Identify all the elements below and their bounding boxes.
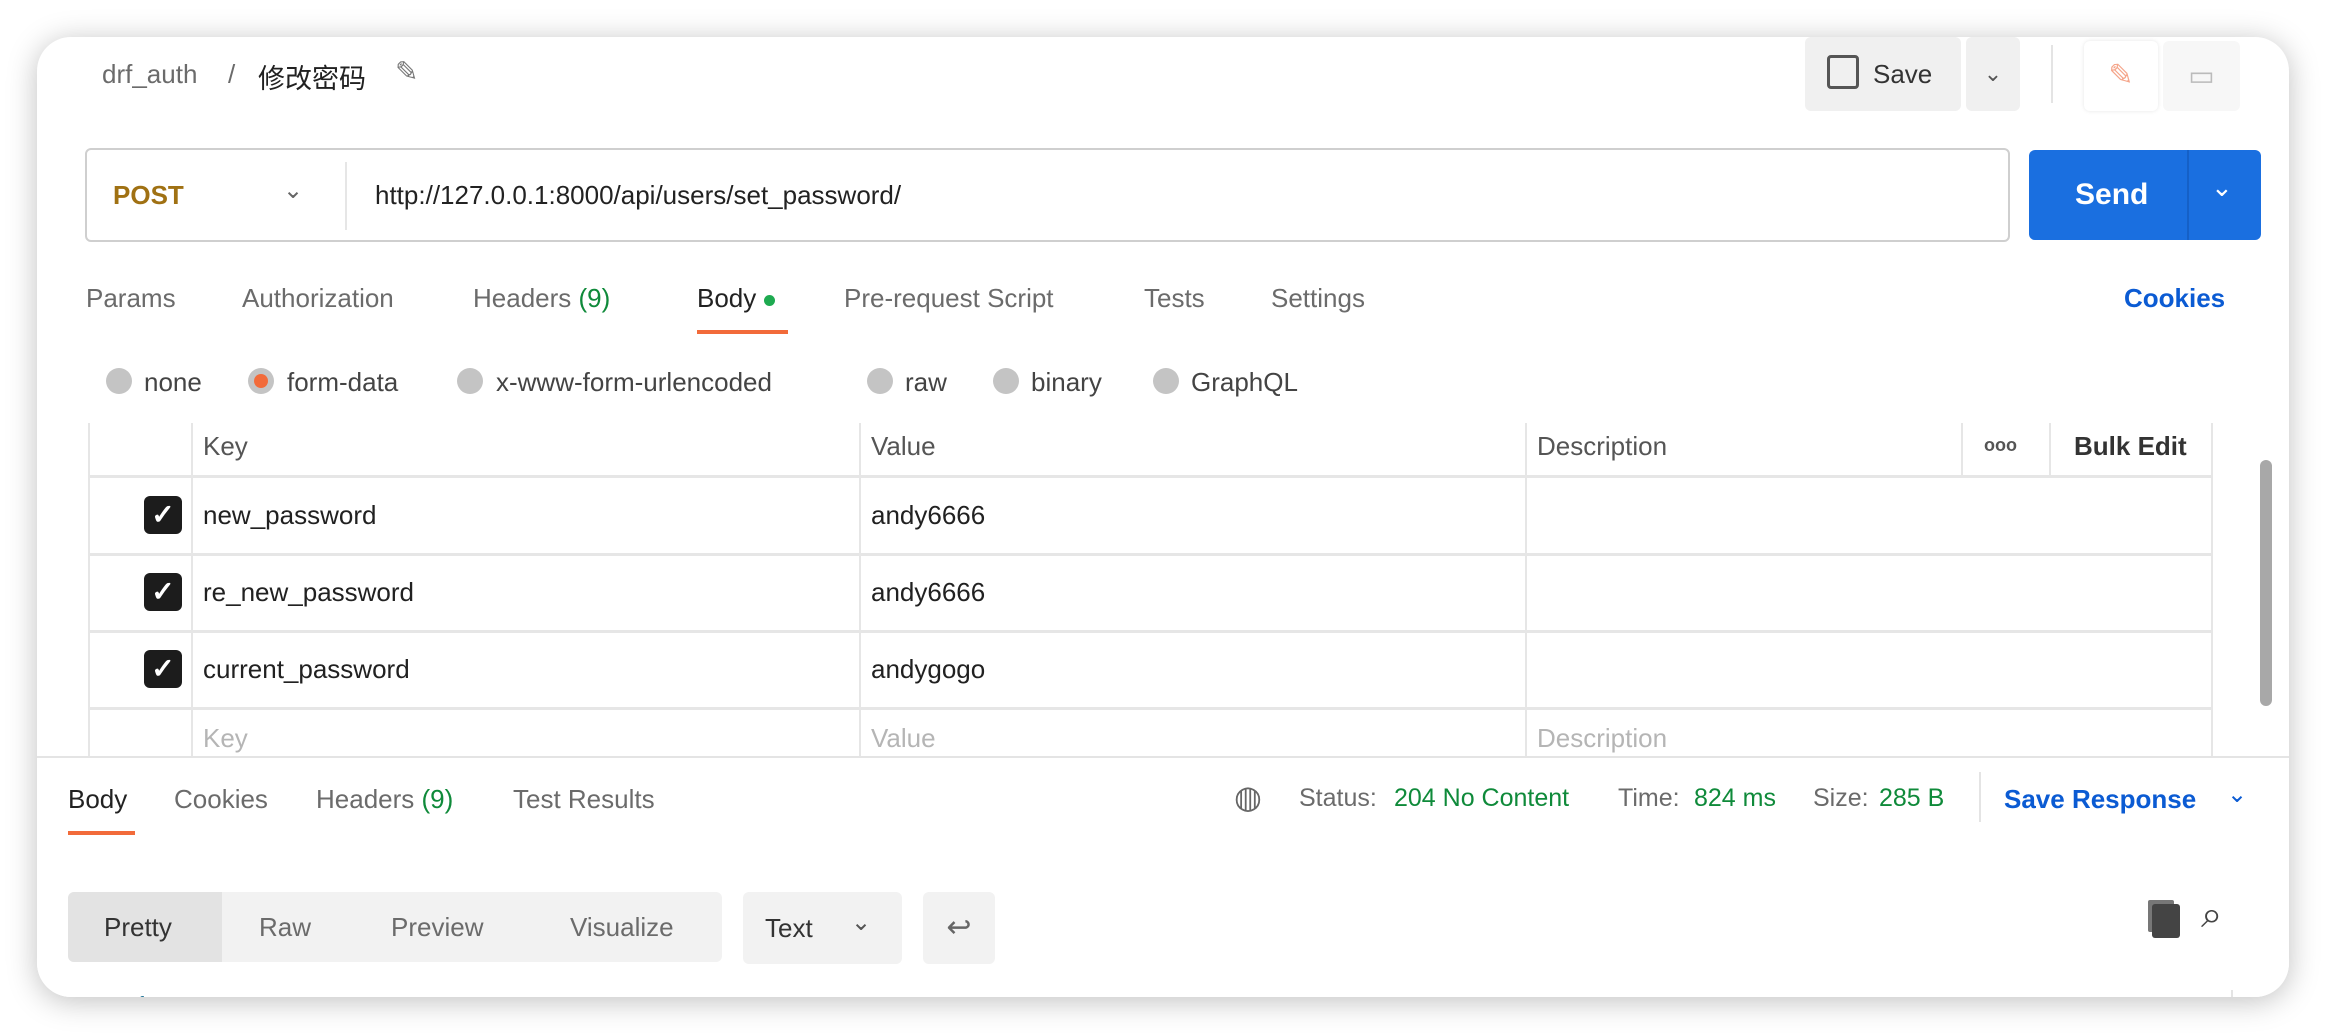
radio-label: GraphQL — [1191, 367, 1298, 397]
radio-label: binary — [1031, 367, 1102, 397]
radio-none[interactable] — [106, 368, 132, 394]
active-tab-underline — [697, 330, 788, 334]
wrap-lines-icon[interactable]: ↩ — [923, 892, 995, 964]
tab-label: Headers — [473, 283, 572, 313]
modified-dot-icon — [763, 294, 775, 306]
time-label: Time: — [1618, 784, 1680, 812]
row-checkbox[interactable]: ✓ — [144, 573, 182, 611]
tab-tests[interactable]: Tests — [1144, 283, 1205, 314]
radio-binary[interactable] — [993, 368, 1019, 394]
row-checkbox[interactable]: ✓ — [144, 496, 182, 534]
url-input[interactable]: http://127.0.0.1:8000/api/users/set_pass… — [375, 180, 901, 211]
edit-pencil-icon[interactable]: ✎ — [395, 55, 418, 88]
size-value: 285 B — [1879, 784, 1945, 812]
tab-settings[interactable]: Settings — [1271, 283, 1365, 314]
value-cell[interactable]: andy6666 — [871, 577, 985, 608]
tab-body[interactable]: Body — [697, 283, 775, 314]
send-dropdown-chevron-icon[interactable]: ⌄ — [2211, 172, 2233, 203]
save-label: Save — [1873, 59, 1933, 89]
headers-count: (9) — [421, 784, 454, 814]
format-select[interactable]: Text ⌄ — [743, 892, 902, 964]
line-number: 1 — [135, 990, 149, 997]
value-cell[interactable]: andygogo — [871, 654, 985, 685]
globe-icon[interactable]: ◍ — [1234, 778, 1262, 816]
view-visualize[interactable]: Visualize — [570, 912, 674, 943]
form-data-table: Key Value Description ooo Bulk Edit ✓ ne… — [88, 423, 2213, 757]
divider — [345, 162, 347, 230]
response-panel: Body Cookies Headers (9) Test Results ◍ … — [37, 756, 2289, 997]
breadcrumb-separator: / — [228, 59, 236, 89]
response-tab-headers[interactable]: Headers (9) — [316, 784, 453, 815]
response-tab-test-results[interactable]: Test Results — [513, 784, 655, 815]
time-value: 824 ms — [1694, 784, 1776, 812]
radio-label: none — [144, 367, 202, 397]
save-button[interactable]: Save — [1805, 37, 1961, 111]
bulk-edit-button[interactable]: Bulk Edit — [2074, 431, 2187, 462]
view-label: Pretty — [104, 912, 172, 942]
key-cell[interactable]: current_password — [203, 654, 410, 685]
save-response-chevron-icon[interactable]: ⌄ — [2227, 780, 2247, 809]
radio-label: x-www-form-urlencoded — [496, 367, 772, 397]
send-button[interactable]: Send ⌄ — [2029, 150, 2261, 240]
column-header-value: Value — [871, 431, 936, 461]
url-bar: POST ⌄ http://127.0.0.1:8000/api/users/s… — [85, 148, 2010, 242]
radio-raw[interactable] — [867, 368, 893, 394]
headers-count: (9) — [578, 283, 611, 313]
new-description-input[interactable]: Description — [1537, 723, 1667, 754]
save-response-button[interactable]: Save Response — [2004, 784, 2196, 815]
row-checkbox[interactable]: ✓ — [144, 650, 182, 688]
method-chevron-icon[interactable]: ⌄ — [283, 176, 303, 205]
divider — [1979, 772, 1981, 822]
copy-icon[interactable] — [2152, 904, 2180, 938]
column-header-description: Description — [1537, 431, 1668, 461]
size-label: Size: — [1813, 784, 1869, 812]
cookies-link[interactable]: Cookies — [2124, 283, 2225, 314]
more-options-icon[interactable]: ooo — [1984, 435, 2017, 456]
breadcrumb-collection[interactable]: drf_auth — [102, 59, 197, 90]
divider — [2231, 990, 2233, 997]
radio-form-data[interactable] — [248, 368, 274, 394]
save-icon — [1827, 55, 1859, 89]
divider — [2187, 150, 2189, 240]
radio-label: raw — [905, 367, 947, 397]
radio-label: form-data — [287, 367, 399, 397]
key-cell[interactable]: new_password — [203, 500, 376, 531]
search-icon[interactable]: ⌕ — [2201, 894, 2222, 937]
view-raw[interactable]: Raw — [259, 912, 311, 943]
value-cell[interactable]: andy6666 — [871, 500, 985, 531]
save-dropdown-chevron-icon[interactable]: ⌄ — [1966, 37, 2020, 111]
radio-x-www-form-urlencoded[interactable] — [457, 368, 483, 394]
chevron-down-icon: ⌄ — [851, 909, 872, 936]
view-preview[interactable]: Preview — [391, 912, 483, 943]
tab-label: Headers — [316, 784, 415, 814]
divider — [2051, 45, 2053, 103]
method-select[interactable]: POST — [113, 180, 184, 211]
tab-authorization[interactable]: Authorization — [242, 283, 394, 314]
tab-headers[interactable]: Headers (9) — [473, 283, 610, 314]
status-label: Status: — [1299, 784, 1377, 812]
request-name[interactable]: 修改密码 — [258, 57, 366, 96]
key-cell[interactable]: re_new_password — [203, 577, 414, 608]
status-value: 204 No Content — [1394, 784, 1570, 812]
tab-label: Body — [697, 283, 757, 313]
response-tab-body[interactable]: Body — [68, 784, 127, 815]
radio-graphql[interactable] — [1153, 368, 1179, 394]
column-header-key: Key — [203, 431, 248, 461]
scrollbar[interactable] — [2260, 460, 2272, 706]
view-pretty[interactable]: Pretty — [68, 892, 222, 962]
edit-docs-pencil-icon[interactable]: ✎ — [2084, 41, 2158, 111]
tab-params[interactable]: Params — [86, 283, 176, 314]
response-tab-cookies[interactable]: Cookies — [174, 784, 268, 815]
send-label: Send — [2075, 178, 2149, 211]
request-card: drf_auth / 修改密码 ✎ Save ⌄ ✎ ▭ POST ⌄ http… — [37, 37, 2289, 997]
comments-icon[interactable]: ▭ — [2163, 41, 2240, 111]
new-value-input[interactable]: Value — [871, 723, 936, 754]
active-tab-underline — [68, 831, 135, 835]
tab-pre-request-script[interactable]: Pre-request Script — [844, 283, 1054, 314]
format-label: Text — [765, 913, 813, 943]
view-mode-segmented: Pretty Raw Preview Visualize — [68, 892, 722, 962]
new-key-input[interactable]: Key — [203, 723, 248, 754]
